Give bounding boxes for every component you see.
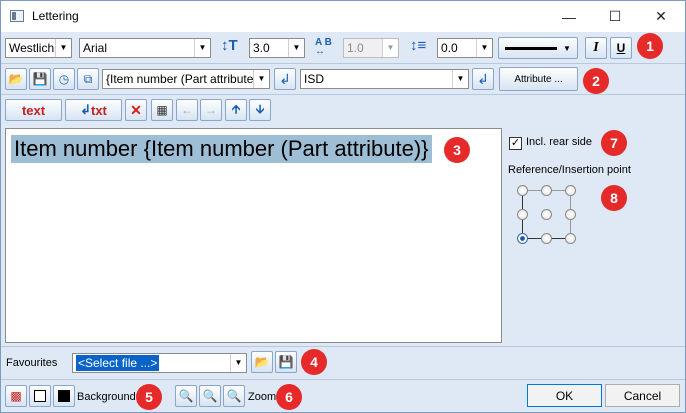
ref-point-center[interactable]: [541, 209, 552, 220]
attribute-dropdown[interactable]: {Item number (Part attribute)} ▼: [102, 69, 270, 89]
ref-point-top-right[interactable]: [565, 185, 576, 196]
ref-point-top-center[interactable]: [541, 185, 552, 196]
ref-point-top-left[interactable]: [517, 185, 528, 196]
text-height-icon: ↕T: [221, 37, 238, 54]
char-spacing-icon: A B ↔: [315, 37, 332, 57]
arrow-up-icon[interactable]: 🡩: [225, 99, 247, 121]
select-all-icon[interactable]: ▦: [151, 99, 173, 121]
badge-8: 8: [601, 185, 627, 211]
text-style-dropdown[interactable]: Westlich ▼: [5, 38, 72, 58]
open-folder-icon[interactable]: 📂: [5, 68, 27, 90]
favourites-label: Favourites: [6, 357, 58, 369]
attribute-value: {Item number (Part attribute)}: [106, 72, 262, 86]
background-label: Background: [77, 391, 136, 403]
window-title: Lettering: [32, 9, 79, 23]
ok-button[interactable]: OK: [527, 384, 602, 407]
chevron-down-icon: ▼: [253, 70, 269, 88]
save-favourite-icon[interactable]: 💾: [275, 351, 297, 373]
ref-point-bottom-center[interactable]: [541, 233, 552, 244]
chevron-down-icon: ▼: [563, 43, 571, 53]
ref-point-bottom-right[interactable]: [565, 233, 576, 244]
line-spacing-icon: ↕≡: [410, 37, 427, 54]
zoom-label: Zoom: [248, 391, 277, 403]
chevron-down-icon: ▼: [476, 39, 492, 57]
maximize-button[interactable]: ☐: [592, 1, 638, 32]
insert-standard-icon[interactable]: ↲: [472, 68, 494, 90]
background-color-icon[interactable]: ▩: [5, 385, 27, 407]
badge-1: 1: [637, 33, 663, 59]
badge-4: 4: [301, 349, 327, 375]
zoom-out-icon[interactable]: 🔍: [199, 385, 221, 407]
chevron-down-icon: ▼: [452, 70, 468, 88]
char-spacing-value: 1.0: [347, 41, 364, 55]
black-background-button[interactable]: [53, 385, 75, 407]
ref-point-middle-left[interactable]: [517, 209, 528, 220]
chevron-down-icon: ▼: [382, 39, 398, 57]
chevron-down-icon: ▼: [230, 354, 246, 372]
insert-text-block-button[interactable]: ↲ txt: [65, 99, 122, 121]
font-dropdown[interactable]: Arial ▼: [79, 38, 211, 58]
line-spacing-value: 0.0: [441, 41, 458, 55]
rear-side-checkbox[interactable]: ✓: [509, 137, 522, 150]
chevron-down-icon: ▼: [194, 39, 210, 57]
save-icon[interactable]: 💾: [29, 68, 51, 90]
text-editor[interactable]: Item number {Item number (Part attribute…: [5, 128, 502, 343]
text-style-value: Westlich: [9, 41, 55, 55]
insert-text-button[interactable]: text: [5, 99, 62, 121]
zoom-fit-icon[interactable]: 🔍: [223, 385, 245, 407]
arrow-icon: ↲: [80, 102, 91, 117]
undo-icon: ←: [176, 99, 198, 121]
load-favourite-icon[interactable]: 📂: [251, 351, 273, 373]
lettering-dialog: Lettering — ☐ ✕ Westlich ▼ Arial ▼ ↕T 3.0 ▼…: [0, 0, 686, 413]
font-value: Arial: [83, 41, 108, 55]
underline-button[interactable]: U: [610, 37, 632, 59]
close-button[interactable]: ✕: [638, 1, 684, 32]
selected-text[interactable]: Item number {Item number (Part attribute…: [11, 135, 432, 163]
ref-point-bottom-left[interactable]: [517, 233, 528, 244]
line-spacing-dropdown[interactable]: 0.0 ▼: [437, 38, 493, 58]
lock-copy-icon[interactable]: ◷: [53, 68, 75, 90]
app-icon: [10, 10, 24, 22]
line-style-icon: [505, 46, 558, 50]
badge-6: 6: [276, 384, 302, 410]
badge-3: 3: [444, 137, 470, 163]
rear-side-label: Incl. rear side: [526, 136, 593, 148]
separator: [1, 346, 685, 347]
redo-icon: →: [200, 99, 222, 121]
text-icon: text: [21, 102, 46, 118]
title-bar: Lettering — ☐ ✕: [1, 1, 685, 32]
badge-7: 7: [601, 130, 627, 156]
line-style-dropdown[interactable]: ▼: [498, 37, 578, 59]
options-panel: ✓ Incl. rear side 7 Reference/Insertion …: [504, 128, 684, 343]
standard-value: ISD: [304, 72, 325, 86]
separator: [1, 379, 685, 380]
copy-icon[interactable]: ⧉: [77, 68, 99, 90]
white-swatch-icon: [34, 390, 46, 402]
separator: [1, 94, 685, 95]
insert-attribute-icon[interactable]: ↲: [274, 68, 296, 90]
separator: [1, 63, 685, 64]
reference-label: Reference/Insertion point: [508, 164, 631, 176]
favourites-value: <Select file ...>: [76, 355, 160, 371]
ref-point-middle-right[interactable]: [565, 209, 576, 220]
minimize-button[interactable]: —: [546, 1, 592, 32]
standard-dropdown[interactable]: ISD ▼: [300, 69, 469, 89]
attribute-button[interactable]: Attribute ...: [499, 67, 578, 91]
white-background-button[interactable]: [29, 385, 51, 407]
chevron-down-icon: ▼: [55, 39, 71, 57]
badge-5: 5: [136, 384, 162, 410]
text-height-dropdown[interactable]: 3.0 ▼: [249, 38, 305, 58]
badge-2: 2: [583, 68, 609, 94]
favourites-dropdown[interactable]: <Select file ...> ▼: [72, 353, 247, 373]
zoom-in-icon[interactable]: 🔍: [175, 385, 197, 407]
delete-icon[interactable]: ✕: [125, 99, 147, 121]
black-swatch-icon: [58, 390, 70, 402]
chevron-down-icon: ▼: [288, 39, 304, 57]
cancel-button[interactable]: Cancel: [605, 384, 680, 407]
text-height-value: 3.0: [253, 41, 270, 55]
italic-button[interactable]: I: [585, 37, 607, 59]
text-icon: txt: [91, 102, 107, 118]
char-spacing-dropdown: 1.0 ▼: [343, 38, 399, 58]
arrow-down-icon[interactable]: 🡫: [249, 99, 271, 121]
